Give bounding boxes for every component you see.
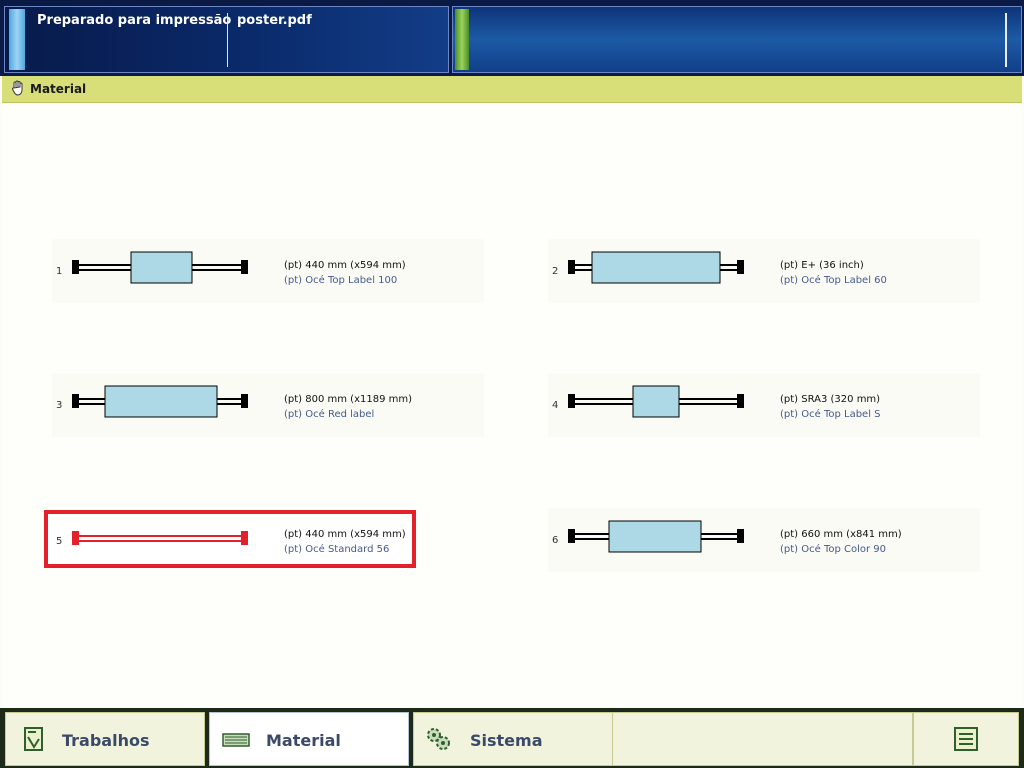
status-header: Preparado para impressão poster.pdf (0, 0, 1024, 76)
roll-format: (pt) 440 mm (x594 mm) (284, 260, 406, 271)
roll-media-type: (pt) Océ Top Color 90 (780, 544, 887, 555)
roll-format: (pt) SRA3 (320 mm) (780, 394, 881, 405)
roll-media-type: (pt) Océ Red label (284, 409, 375, 420)
material-content: 1 (pt) 440 mm (x594 mm) (pt) Océ Top Lab… (2, 103, 1022, 708)
roll-media-type: (pt) Océ Top Label S (780, 409, 881, 420)
jobs-document-icon (24, 727, 43, 751)
printer-panel: Preparado para impressão poster.pdf Mate… (0, 0, 1024, 768)
section-bar: Material (2, 76, 1022, 103)
roll-number: 4 (552, 400, 559, 411)
current-file-name: poster.pdf (237, 13, 312, 28)
tab-material-label: Material (266, 731, 341, 750)
roll-format: (pt) E+ (36 inch) (780, 260, 864, 271)
roll-number: 3 (56, 400, 63, 411)
tab-empty-area (613, 712, 913, 766)
roll-number: 1 (56, 266, 63, 277)
roll-format: (pt) 660 mm (x841 mm) (780, 529, 902, 540)
material-hand-icon (12, 80, 23, 96)
roll-2-icon (568, 251, 744, 284)
roll-format: (pt) 800 mm (x1189 mm) (284, 394, 413, 405)
roll-format: (pt) 440 mm (x594 mm) (284, 529, 406, 540)
menu-list-icon (954, 727, 978, 751)
roll-number: 2 (552, 266, 559, 277)
material-rolls-icon (222, 733, 250, 747)
roll-2[interactable]: 2 (pt) E+ (36 inch) (pt) Océ Top Label 6… (548, 239, 980, 303)
roll-3-icon (72, 385, 248, 418)
roll-5-selected[interactable]: 5 (pt) 440 mm (x594 mm) (pt) Océ Standar… (44, 510, 416, 568)
roll-1[interactable]: 1 (pt) 440 mm (x594 mm) (pt) Océ Top Lab… (52, 239, 484, 303)
roll-media-type: (pt) Océ Top Label 60 (780, 275, 887, 286)
roll-media-type: (pt) Océ Standard 56 (284, 544, 390, 555)
roll-5-empty-icon (72, 531, 248, 545)
printer-status-text: Preparado para impressão (37, 13, 232, 28)
status-stripe (9, 9, 25, 70)
job-status-panel[interactable]: Preparado para impressão poster.pdf (4, 6, 449, 73)
roll-number: 6 (552, 535, 559, 546)
tab-system[interactable]: Sistema (413, 712, 613, 766)
progress-panel[interactable] (452, 6, 1022, 73)
tab-jobs[interactable]: Trabalhos (5, 712, 205, 766)
roll-4[interactable]: 4 (pt) SRA3 (320 mm) (pt) Océ Top Label … (548, 373, 980, 437)
roll-number: 5 (56, 536, 63, 547)
roll-6[interactable]: 6 (pt) 660 mm (x841 mm) (pt) Océ Top Col… (548, 508, 980, 572)
tab-jobs-label: Trabalhos (62, 731, 150, 750)
roll-6-icon (568, 520, 744, 553)
roll-media-type: (pt) Océ Top Label 100 (284, 275, 398, 286)
roll-1-icon (72, 251, 248, 284)
section-title: Material (30, 82, 87, 96)
bottom-navigation: Trabalhos Material Sistema (0, 708, 1024, 768)
tab-system-label: Sistema (470, 731, 543, 750)
menu-button[interactable] (913, 712, 1019, 766)
header-divider (227, 13, 228, 67)
system-gears-icon (427, 728, 450, 750)
roll-4-icon (568, 385, 744, 418)
tab-material[interactable]: Material (209, 712, 409, 766)
progress-stripe (455, 9, 469, 70)
roll-3[interactable]: 3 (pt) 800 mm (x1189 mm) (pt) Océ Red la… (52, 373, 484, 437)
progress-divider (1005, 13, 1007, 67)
